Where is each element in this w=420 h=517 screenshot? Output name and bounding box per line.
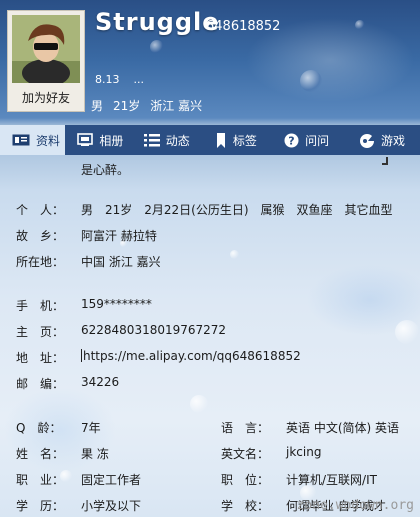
- status-date: 8.13: [95, 73, 120, 86]
- tab-questions-label: 问问: [305, 133, 330, 148]
- language-label: 语 言：: [221, 421, 270, 435]
- hometown-label: 故 乡：: [16, 229, 65, 243]
- occupation-value: 固定工作者: [81, 473, 142, 487]
- basic-summary: 男 21岁 浙江 嘉兴: [91, 97, 212, 114]
- hometown-value: 阿富汗 赫拉特: [81, 229, 157, 243]
- address-label: 地 址：: [16, 351, 65, 365]
- location-value: 中国 浙江 嘉兴: [81, 255, 161, 269]
- tab-album[interactable]: 相册: [65, 125, 131, 155]
- location-label: 所在地：: [16, 255, 65, 269]
- tab-feed-label: 动态: [165, 133, 190, 148]
- photo-album-icon: [77, 133, 94, 146]
- feed-list-icon: [143, 134, 160, 147]
- person-label: 个 人：: [16, 203, 65, 217]
- raindrop: [190, 395, 208, 413]
- school-label: 学 校：: [221, 499, 270, 513]
- status-line: 8.13...: [95, 73, 158, 86]
- summary-gender: 男: [91, 99, 104, 113]
- position-label: 职 位：: [221, 473, 270, 487]
- status-more[interactable]: ...: [134, 73, 145, 86]
- avatar[interactable]: [12, 15, 80, 83]
- summary-age: 21岁: [113, 99, 141, 113]
- mobile-label: 手 机：: [16, 299, 65, 313]
- english-name-label: 英文名：: [221, 447, 270, 461]
- tab-tags[interactable]: 标签: [203, 125, 272, 155]
- avatar-frame: 加为好友: [7, 10, 85, 112]
- question-icon: ?: [284, 133, 299, 147]
- education-value: 小学及以下: [81, 499, 142, 513]
- tab-profile[interactable]: 资料: [0, 125, 66, 155]
- education-label: 学 历：: [16, 499, 65, 513]
- bookmark-icon: [216, 132, 225, 148]
- tab-questions[interactable]: ? 问问: [272, 125, 347, 155]
- game-icon: [359, 133, 374, 148]
- tab-profile-label: 资料: [36, 133, 61, 148]
- zip-value: 34226: [81, 375, 120, 389]
- tab-bar: 资料 相册 动态 标签 ? 问问 游戏: [0, 125, 420, 155]
- svg-text:?: ?: [288, 134, 294, 147]
- qq-number: 648618852: [206, 19, 281, 34]
- address-value: https://me.alipay.com/qq648618852: [83, 349, 301, 363]
- text-cursor: [81, 349, 82, 362]
- english-name-value: jkcing: [286, 445, 322, 459]
- tab-feed[interactable]: 动态: [132, 125, 203, 155]
- tab-games[interactable]: 游戏: [347, 125, 420, 155]
- tab-tags-label: 标签: [232, 133, 257, 148]
- add-friend-button[interactable]: 加为好友: [8, 89, 84, 106]
- address-field[interactable]: https://me.alipay.com/qq648618852: [81, 349, 301, 363]
- raindrop: [395, 320, 419, 344]
- zip-label: 邮 编：: [16, 377, 65, 391]
- profile-header: 加为好友 Struggle 648618852 8.13... 男 21岁 浙江 嘉…: [0, 0, 420, 118]
- watermark: zone.wodown.org: [296, 498, 414, 513]
- resize-corner-icon: [382, 157, 388, 165]
- homepage-value[interactable]: 6228480318019767272: [81, 323, 226, 337]
- mobile-value: 159********: [81, 297, 152, 311]
- language-value: 英语 中文(简体) 英语: [286, 421, 399, 435]
- q-age-value: 7年: [81, 421, 101, 435]
- raindrop: [230, 250, 239, 259]
- person-value: 男 21岁 2月22日(公历生日) 属猴 双鱼座 其它血型: [81, 203, 393, 217]
- summary-location: 浙江 嘉兴: [150, 99, 203, 113]
- tab-games-label: 游戏: [380, 133, 405, 148]
- name-value: 果 冻: [81, 447, 109, 461]
- tab-album-label: 相册: [99, 133, 124, 148]
- q-age-label: Q 龄：: [16, 421, 62, 435]
- name-label: 姓 名：: [16, 447, 65, 461]
- profile-card-icon: [12, 134, 30, 146]
- occupation-label: 职 业：: [16, 473, 65, 487]
- signature-text: 是心醉。: [81, 163, 130, 177]
- position-value: 计算机/互联网/IT: [286, 473, 377, 487]
- nickname: Struggle: [95, 8, 220, 36]
- homepage-label: 主 页：: [16, 325, 65, 339]
